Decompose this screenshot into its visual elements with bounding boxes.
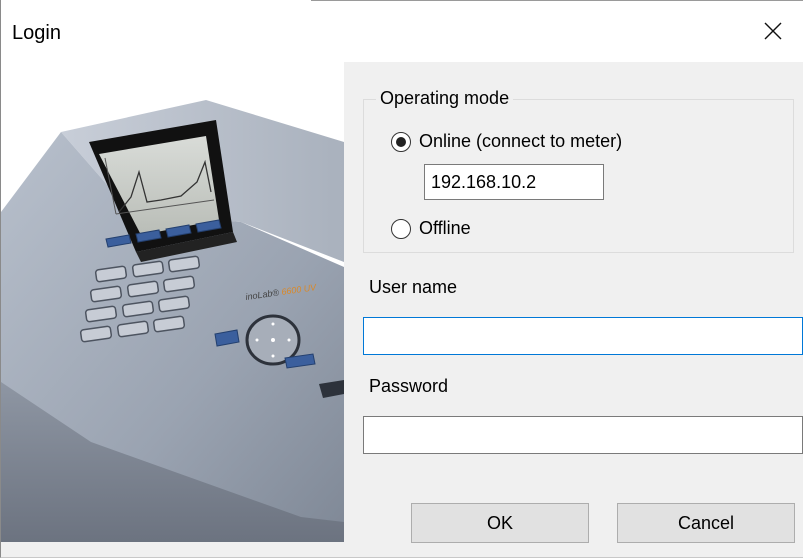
user-name-label: User name <box>369 277 458 297</box>
dialog-title: Login <box>12 22 61 44</box>
ok-button[interactable]: OK <box>411 503 589 543</box>
meter-device-picture: inoLab® 6600 UV <box>1 62 344 542</box>
device-illustration: inoLab® 6600 UV <box>1 100 344 542</box>
online-radio-button[interactable] <box>391 131 411 152</box>
close-button[interactable] <box>743 0 803 62</box>
login-dialog: Login inoLab® 6600 UV Operating mode Onl… <box>0 0 803 558</box>
cancel-button[interactable]: Cancel <box>617 503 795 543</box>
offline-radio-button[interactable] <box>391 218 411 239</box>
close-icon <box>764 22 782 40</box>
online-radio-label: Online (connect to meter) <box>419 131 623 151</box>
ip-address-input[interactable] <box>424 164 604 200</box>
online-radio-option[interactable]: Online (connect to meter) <box>391 131 622 152</box>
radio-selected-dot <box>396 136 406 147</box>
operating-mode-legend: Operating mode <box>376 88 514 109</box>
offline-radio-option[interactable]: Offline <box>391 218 471 239</box>
title-bar: Login <box>1 0 803 62</box>
password-label: Password <box>369 376 449 396</box>
password-input[interactable] <box>363 416 803 454</box>
title-bar-border <box>311 0 803 1</box>
user-name-input[interactable] <box>363 317 803 355</box>
offline-radio-label: Offline <box>419 218 471 238</box>
